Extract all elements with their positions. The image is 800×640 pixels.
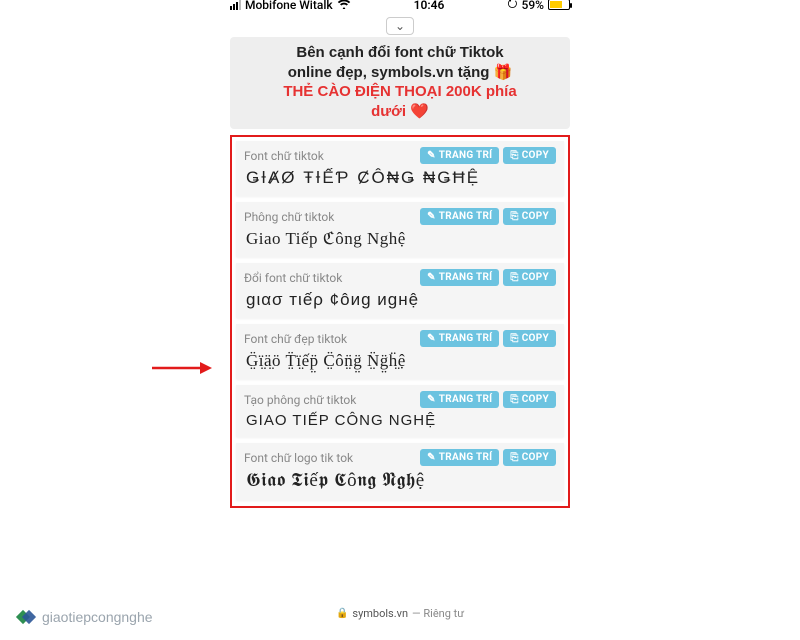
decorate-button[interactable]: ✎TRANG TRÍ [420,208,499,225]
chevron-down-icon: ⌄ [395,19,405,33]
copy-button[interactable]: ⎘COPY [503,269,556,286]
lock-icon: 🔒 [336,608,348,619]
privacy-label: — Riêng tư [412,607,464,620]
font-item: Đổi font chữ tiktok ✎TRANG TRÍ ⎘COPY gια… [236,263,564,318]
collapse-bar: ⌄ [220,17,580,37]
font-item-label: Tạo phông chữ tiktok [244,393,356,407]
decorate-button[interactable]: ✎TRANG TRÍ [420,269,499,286]
font-item: Font chữ tiktok ✎TRANG TRÍ ⎘COPY ǤƗȺØ ŦƗ… [236,141,564,196]
font-item-label: Font chữ tiktok [244,149,324,163]
edit-icon: ✎ [427,211,436,222]
wifi-icon [337,0,351,12]
font-item-label: Đổi font chữ tiktok [244,271,342,285]
edit-icon: ✎ [427,333,436,344]
annotation-arrow-icon [150,358,212,378]
decorate-button[interactable]: ✎TRANG TRÍ [420,449,499,466]
copy-button[interactable]: ⎘COPY [503,330,556,347]
copy-icon: ⎘ [510,211,518,222]
font-preview[interactable]: ǤƗȺØ ŦƗẾƤ ȻÔ₦Ǥ ₦ǤĦỆ [244,168,556,188]
font-item-label: Phông chữ tiktok [244,210,334,224]
font-preview[interactable]: Giao Tiếp ℭông Nghệ [244,229,556,249]
edit-icon: ✎ [427,394,436,405]
font-item: Font chữ logo tik tok ✎TRANG TRÍ ⎘COPY 𝕲… [236,443,564,500]
copy-icon: ⎘ [510,452,518,463]
status-left: Mobifone Witalk [230,0,351,12]
font-item-label: Font chữ logo tik tok [244,451,353,465]
decorate-button[interactable]: ✎TRANG TRÍ [420,391,499,408]
edit-icon: ✎ [427,150,436,161]
sync-icon: ⭮ [507,0,517,15]
font-item-label: Font chữ đẹp tiktok [244,332,347,346]
font-item: Tạo phông chữ tiktok ✎TRANG TRÍ ⎘COPY GI… [236,385,564,437]
copy-button[interactable]: ⎘COPY [503,449,556,466]
site-url[interactable]: symbols.vn [352,607,408,620]
font-preview[interactable]: gιασ тιếρ ¢ôиg иgнệ [244,290,556,310]
battery-percent: 59% [522,0,544,12]
browser-bottom-bar: 🔒 symbols.vn — Riêng tư [220,607,580,620]
copy-icon: ⎘ [510,394,518,405]
copy-button[interactable]: ⎘COPY [503,208,556,225]
signal-bars-icon [230,0,241,10]
font-item: Font chữ đẹp tiktok ✎TRANG TRÍ ⎘COPY G̤̈… [236,324,564,379]
status-bar: Mobifone Witalk 10:46 ⭮ 59% [220,0,580,17]
font-preview[interactable]: G̤̈ï̤ä̤ö T̤̈ï̤ếp̤̈ C̤̈ôn̤̈g̤̈ N̤̈g̤̈ḧ̤… [244,351,556,371]
copy-icon: ⎘ [510,150,518,161]
headline-line4: dưới ❤️ [238,102,562,122]
copy-button[interactable]: ⎘COPY [503,391,556,408]
headline-line3: THẺ CÀO ĐIỆN THOẠI 200K phía [238,82,562,102]
watermark-text: giaotiepcongnghe [42,609,153,625]
watermark-logo-icon [18,608,36,626]
status-time: 10:46 [414,0,445,12]
edit-icon: ✎ [427,452,436,463]
decorate-button[interactable]: ✎TRANG TRÍ [420,147,499,164]
phone-frame: Mobifone Witalk 10:46 ⭮ 59% ⌄ Bên cạnh đ… [220,0,580,622]
headline-line2: online đẹp, symbols.vn tặng 🎁 [238,63,562,83]
headline-card: Bên cạnh đổi font chữ Tiktok online đẹp,… [230,37,570,129]
battery-icon [548,0,570,10]
copy-icon: ⎘ [510,272,518,283]
font-item: Phông chữ tiktok ✎TRANG TRÍ ⎘COPY Giao T… [236,202,564,257]
font-list-highlight: Font chữ tiktok ✎TRANG TRÍ ⎘COPY ǤƗȺØ ŦƗ… [230,135,570,508]
headline-line1: Bên cạnh đổi font chữ Tiktok [238,43,562,63]
font-preview[interactable]: 𝕲𝖎𝖆𝖔 𝕿𝖎ế𝖕 𝕮ô𝖓𝖌 𝕹𝖌𝖍ệ [244,470,556,492]
status-right: ⭮ 59% [507,0,570,15]
copy-button[interactable]: ⎘COPY [503,147,556,164]
watermark: giaotiepcongnghe [18,608,153,626]
collapse-button[interactable]: ⌄ [386,17,414,35]
copy-icon: ⎘ [510,333,518,344]
carrier-label: Mobifone Witalk [245,0,333,12]
font-preview[interactable]: GIAO TIẾP CÔNG NGHỆ [244,412,556,429]
edit-icon: ✎ [427,272,436,283]
decorate-button[interactable]: ✎TRANG TRÍ [420,330,499,347]
